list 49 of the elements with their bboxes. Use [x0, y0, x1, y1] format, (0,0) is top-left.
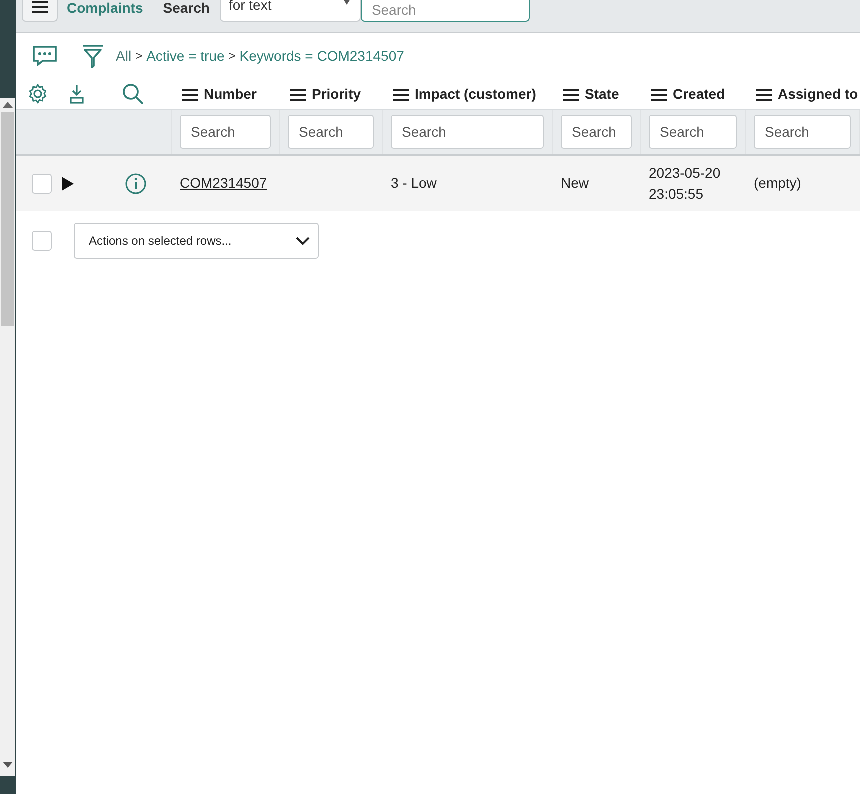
row-checkbox[interactable] — [32, 174, 52, 194]
scroll-thumb[interactable] — [1, 112, 14, 326]
search-type-dropdown[interactable]: for text — [220, 0, 361, 22]
column-header[interactable]: Assigned to — [778, 86, 858, 102]
breadcrumb-link[interactable]: All — [116, 48, 132, 64]
scroll-down-icon[interactable] — [2, 762, 12, 768]
column-menu-icon[interactable] — [182, 86, 198, 102]
scrollbar[interactable] — [0, 98, 15, 776]
record-link[interactable]: COM2314507 — [180, 173, 268, 194]
column-menu-icon[interactable] — [393, 86, 409, 102]
table-cell-text: New — [561, 174, 590, 193]
column-menu-icon[interactable] — [290, 86, 306, 102]
column-header[interactable]: Created — [673, 86, 726, 102]
table-cell-text: 3 - Low — [391, 174, 437, 193]
search-label: Search — [163, 0, 210, 16]
column-header[interactable]: Impact (customer) — [415, 86, 536, 102]
breadcrumb-link[interactable]: Keywords = COM2314507 — [240, 48, 404, 64]
table-row[interactable]: COM2314507 3 - Low New 2023-05-20 23:05:55 (empty) — [16, 156, 860, 211]
download-icon[interactable] — [69, 84, 85, 104]
column-search-field[interactable]: Search — [180, 115, 271, 149]
column-header[interactable]: Number — [204, 86, 257, 102]
list-title: Complaints — [67, 0, 144, 16]
menu-button[interactable] — [22, 0, 58, 22]
info-icon[interactable] — [125, 172, 147, 194]
breadcrumb-link[interactable]: Active = true — [146, 48, 225, 64]
expand-arrow-icon[interactable] — [62, 176, 74, 190]
menu-icon — [32, 0, 48, 14]
select-all-checkbox[interactable] — [32, 231, 52, 251]
settings-icon[interactable] — [27, 83, 49, 105]
column-header[interactable]: Priority — [312, 86, 362, 102]
comment-icon[interactable] — [32, 45, 58, 67]
table-cell-text: (empty) — [754, 174, 802, 193]
column-search-field[interactable]: Search — [561, 115, 632, 149]
column-search-field[interactable]: Search — [288, 115, 374, 149]
table-cell-text: 2023-05-20 23:05:55 — [649, 164, 722, 204]
chevron-down-icon — [296, 236, 310, 246]
column-menu-icon[interactable] — [651, 86, 667, 102]
column-menu-icon[interactable] — [756, 86, 772, 102]
breadcrumb-separator: > — [228, 49, 236, 63]
search-icon[interactable] — [122, 83, 144, 105]
column-search-field[interactable]: Search — [754, 115, 851, 149]
breadcrumb-separator: > — [136, 49, 143, 63]
column-search-field[interactable]: Search — [649, 115, 737, 149]
actions-dropdown[interactable]: Actions on selected rows... — [74, 223, 319, 259]
column-search-field[interactable]: Search — [391, 115, 544, 149]
column-menu-icon[interactable] — [563, 86, 579, 102]
filter-icon[interactable] — [82, 44, 104, 68]
column-header[interactable]: State — [585, 86, 620, 102]
search-field[interactable]: Search — [360, 0, 530, 22]
